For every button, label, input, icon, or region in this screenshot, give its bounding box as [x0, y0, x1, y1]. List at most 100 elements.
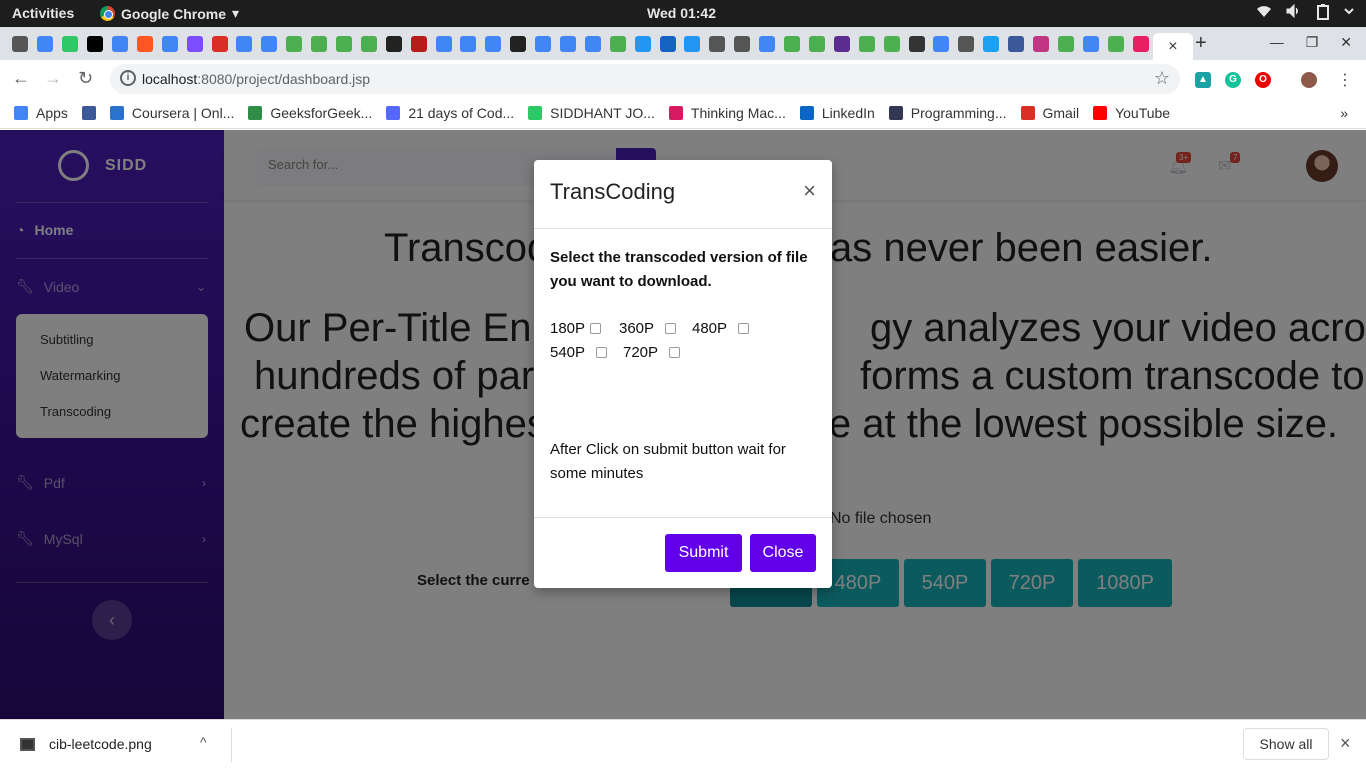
forward-icon[interactable]: → — [44, 68, 62, 89]
browser-tab[interactable] — [33, 33, 58, 55]
browser-tab[interactable] — [1004, 33, 1029, 55]
checkbox[interactable] — [738, 323, 750, 334]
bookmark-star-icon[interactable]: ☆ — [1154, 68, 1170, 89]
bookmarks-more-icon[interactable]: » — [1340, 105, 1348, 121]
browser-tab[interactable] — [879, 33, 904, 55]
browser-tab[interactable] — [182, 33, 207, 55]
browser-tab[interactable] — [58, 33, 83, 55]
url-text[interactable]: localhost:8080/project/dashboard.jsp — [142, 71, 370, 87]
browser-tab[interactable] — [680, 33, 705, 55]
tab-favicon-icon — [435, 36, 452, 52]
close-icon[interactable]: ✕ — [1340, 34, 1352, 51]
browser-tab[interactable] — [157, 33, 182, 55]
opera-icon[interactable]: O — [1255, 72, 1271, 88]
browser-tab[interactable] — [381, 33, 406, 55]
extension-icon[interactable]: ▲ — [1195, 72, 1211, 88]
browser-tab[interactable] — [506, 33, 531, 55]
browser-tab[interactable] — [531, 33, 556, 55]
minimize-icon[interactable]: — — [1270, 34, 1284, 51]
checkbox[interactable] — [590, 323, 602, 334]
reload-icon[interactable]: ↻ — [78, 68, 93, 89]
option-360p[interactable]: 360P — [619, 320, 677, 337]
browser-tab[interactable] — [580, 33, 605, 55]
maximize-icon[interactable]: ❐ — [1306, 34, 1319, 51]
back-icon[interactable]: ← — [12, 68, 30, 89]
option-720p[interactable]: 720P — [623, 344, 681, 361]
checkbox[interactable] — [665, 323, 677, 334]
chevron-up-icon[interactable]: ^ — [200, 734, 207, 750]
browser-tab[interactable] — [1029, 33, 1054, 55]
browser-tab[interactable] — [456, 33, 481, 55]
browser-tab[interactable] — [556, 33, 581, 55]
bookmark-item[interactable]: GeeksforGeek... — [248, 105, 372, 121]
browser-tab[interactable] — [282, 33, 307, 55]
browser-tab[interactable] — [755, 33, 780, 55]
browser-tab[interactable] — [481, 33, 506, 55]
address-bar[interactable]: i localhost:8080/project/dashboard.jsp ☆ — [110, 64, 1180, 94]
browser-tab[interactable] — [356, 33, 381, 55]
browser-tab[interactable] — [979, 33, 1004, 55]
bookmark-item[interactable]: Programming... — [888, 105, 1007, 121]
browser-tab[interactable] — [232, 33, 257, 55]
browser-tab[interactable] — [854, 33, 879, 55]
checkbox[interactable] — [596, 347, 608, 358]
browser-tab[interactable] — [829, 33, 854, 55]
bookmark-item[interactable] — [81, 106, 96, 120]
browser-tab[interactable] — [929, 33, 954, 55]
download-item[interactable]: cib-leetcode.png — [20, 736, 152, 752]
browser-tab[interactable] — [805, 33, 830, 55]
browser-tab[interactable] — [257, 33, 282, 55]
close-button[interactable]: Close — [750, 534, 816, 572]
option-540p[interactable]: 540P — [550, 344, 608, 361]
browser-tab[interactable] — [307, 33, 332, 55]
show-all-button[interactable]: Show all — [1243, 728, 1329, 760]
close-icon[interactable]: × — [803, 178, 816, 204]
bookmark-item[interactable]: 21 days of Cod... — [386, 105, 514, 121]
browser-tab[interactable] — [605, 33, 630, 55]
browser-tab[interactable] — [1053, 33, 1078, 55]
volume-icon — [1286, 4, 1298, 18]
browser-tab[interactable] — [655, 33, 680, 55]
browser-tab[interactable] — [630, 33, 655, 55]
close-icon[interactable]: × — [1340, 733, 1351, 754]
browser-tab[interactable] — [954, 33, 979, 55]
bookmark-item[interactable]: SIDDHANT JO... — [528, 105, 655, 121]
checkbox[interactable] — [669, 347, 681, 358]
browser-tab[interactable] — [108, 33, 133, 55]
profile-avatar[interactable] — [1301, 72, 1317, 88]
browser-tab[interactable] — [431, 33, 456, 55]
bookmark-item[interactable]: Coursera | Onl... — [109, 105, 234, 121]
browser-tab[interactable] — [8, 33, 33, 55]
system-tray[interactable] — [1256, 4, 1354, 20]
browser-tab[interactable] — [1128, 33, 1153, 55]
browser-tab[interactable] — [207, 33, 232, 55]
browser-tab[interactable] — [780, 33, 805, 55]
bookmark-item[interactable]: Apps — [14, 105, 68, 121]
new-tab-button[interactable]: + — [1195, 32, 1207, 55]
info-icon[interactable]: i — [120, 70, 136, 86]
browser-tab[interactable] — [332, 33, 357, 55]
option-180p[interactable]: 180P — [550, 320, 602, 337]
browser-tab[interactable] — [730, 33, 755, 55]
browser-tab[interactable] — [406, 33, 431, 55]
submit-button[interactable]: Submit — [665, 534, 742, 572]
menu-icon[interactable]: ⋮ — [1337, 70, 1353, 90]
browser-tab[interactable] — [904, 33, 929, 55]
browser-tab[interactable] — [83, 33, 108, 55]
clock[interactable]: Wed 01:42 — [647, 5, 716, 21]
close-icon[interactable]: × — [1168, 38, 1177, 56]
modal-footer-divider — [534, 517, 832, 518]
browser-tab[interactable] — [1103, 33, 1128, 55]
app-menu[interactable]: Google Chrome ▾ — [100, 5, 239, 22]
browser-tab[interactable] — [1078, 33, 1103, 55]
active-tab[interactable]: × — [1152, 33, 1193, 60]
grammarly-icon[interactable]: G — [1225, 72, 1241, 88]
option-480p[interactable]: 480P — [692, 320, 750, 337]
activities-button[interactable]: Activities — [12, 5, 74, 21]
bookmark-item[interactable]: Thinking Mac... — [668, 105, 786, 121]
bookmark-item[interactable]: YouTube — [1093, 105, 1170, 121]
bookmark-item[interactable]: Gmail — [1020, 105, 1079, 121]
browser-tab[interactable] — [705, 33, 730, 55]
bookmark-item[interactable]: LinkedIn — [799, 105, 875, 121]
browser-tab[interactable] — [132, 33, 157, 55]
